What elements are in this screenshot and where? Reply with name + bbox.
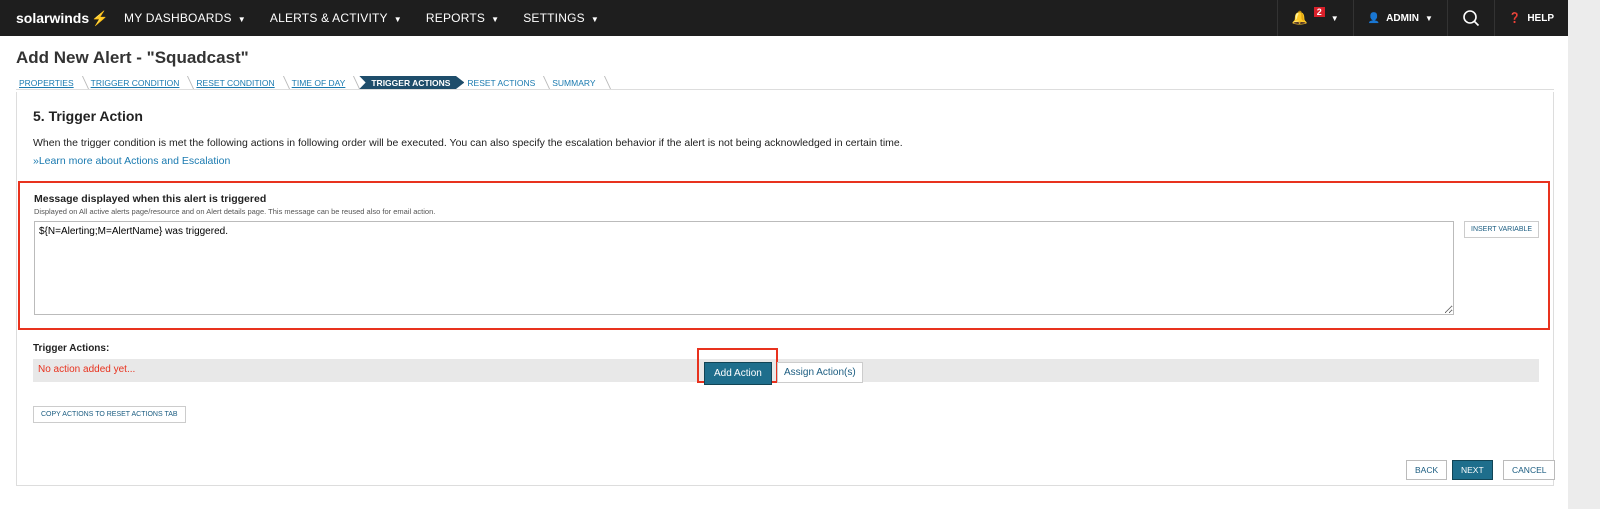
solarwinds-logo[interactable]: solarwinds ⚡ [16, 10, 112, 27]
page-title: Add New Alert - "Squadcast" [16, 48, 249, 67]
message-section: Message displayed when this alert is tri… [18, 181, 1550, 330]
step-time-of-day[interactable]: TIME OF DAY [289, 76, 360, 89]
no-action-text: No action added yet... [38, 364, 136, 375]
help-button[interactable]: ❓ HELP [1493, 0, 1568, 36]
cancel-button[interactable]: CANCEL [1503, 460, 1556, 480]
caret-down-icon: ▼ [590, 15, 599, 24]
wizard-steps: PROPERTIES TRIGGER CONDITION RESET CONDI… [16, 76, 1554, 90]
user-icon: 👤 [1367, 12, 1381, 24]
copy-actions-button[interactable]: COPY ACTIONS TO RESET ACTIONS TAB [33, 406, 186, 423]
insert-variable-button[interactable]: INSERT VARIABLE [1464, 221, 1540, 238]
step-trigger-condition[interactable]: TRIGGER CONDITION [88, 76, 194, 89]
message-textarea[interactable]: ${N=Alerting;M=AlertName} was triggered. [34, 221, 1454, 315]
menu-settings[interactable]: SETTINGS ▼ [511, 11, 611, 25]
assign-actions-button[interactable]: Assign Action(s) [777, 362, 863, 383]
step-reset-actions[interactable]: RESET ACTIONS [464, 76, 549, 89]
caret-down-icon: ▼ [237, 15, 246, 24]
add-action-button[interactable]: Add Action [704, 362, 772, 385]
menu-label: ALERTS & ACTIVITY [269, 11, 388, 25]
page: Add New Alert - "Squadcast" PROPERTIES T… [0, 36, 1568, 509]
notifications-button[interactable]: 🔔 2 ▼ [1276, 0, 1353, 36]
bell-icon: 🔔 [1291, 10, 1308, 25]
section-description: When the trigger condition is met the fo… [33, 137, 903, 149]
brand-text: solarwinds [16, 10, 90, 26]
caret-down-icon: ▼ [1424, 13, 1433, 23]
menu-my-dashboards[interactable]: MY DASHBOARDS ▼ [112, 11, 258, 25]
menu-label: REPORTS [425, 11, 486, 25]
menu-label: MY DASHBOARDS [124, 11, 232, 25]
flame-icon: ⚡ [91, 9, 109, 26]
help-icon: ❓ [1508, 12, 1522, 24]
caret-down-icon: ▼ [1330, 13, 1339, 23]
step-properties[interactable]: PROPERTIES [16, 76, 88, 89]
menu-reports[interactable]: REPORTS ▼ [414, 11, 511, 25]
caret-down-icon: ▼ [393, 15, 402, 24]
step-summary[interactable]: SUMMARY [549, 76, 609, 89]
trigger-actions-label: Trigger Actions: [33, 343, 110, 354]
user-name: ADMIN [1386, 12, 1419, 24]
top-nav: solarwinds ⚡ MY DASHBOARDS ▼ ALERTS & ACTI… [0, 0, 1568, 36]
back-button[interactable]: BACK [1406, 460, 1448, 480]
message-label: Message displayed when this alert is tri… [34, 193, 267, 205]
menu-alerts-activity[interactable]: ALERTS & ACTIVITY ▼ [258, 11, 414, 25]
notification-badge: 2 [1313, 7, 1325, 17]
menu-label: SETTINGS [523, 11, 585, 25]
step-reset-condition[interactable]: RESET CONDITION [193, 76, 288, 89]
message-sublabel: Displayed on All active alerts page/reso… [34, 207, 436, 216]
next-button[interactable]: NEXT [1452, 460, 1493, 480]
caret-down-icon: ▼ [491, 15, 500, 24]
user-menu[interactable]: 👤 ADMIN ▼ [1352, 0, 1447, 36]
section-heading: 5. Trigger Action [33, 108, 143, 124]
search-button[interactable] [1446, 0, 1494, 36]
help-label: HELP [1527, 12, 1554, 24]
search-icon [1463, 10, 1479, 27]
step-trigger-actions[interactable]: TRIGGER ACTIONS [359, 76, 465, 89]
learn-more-link[interactable]: »Learn more about Actions and Escalation [33, 155, 230, 167]
trigger-action-panel: 5. Trigger Action When the trigger condi… [16, 92, 1554, 486]
